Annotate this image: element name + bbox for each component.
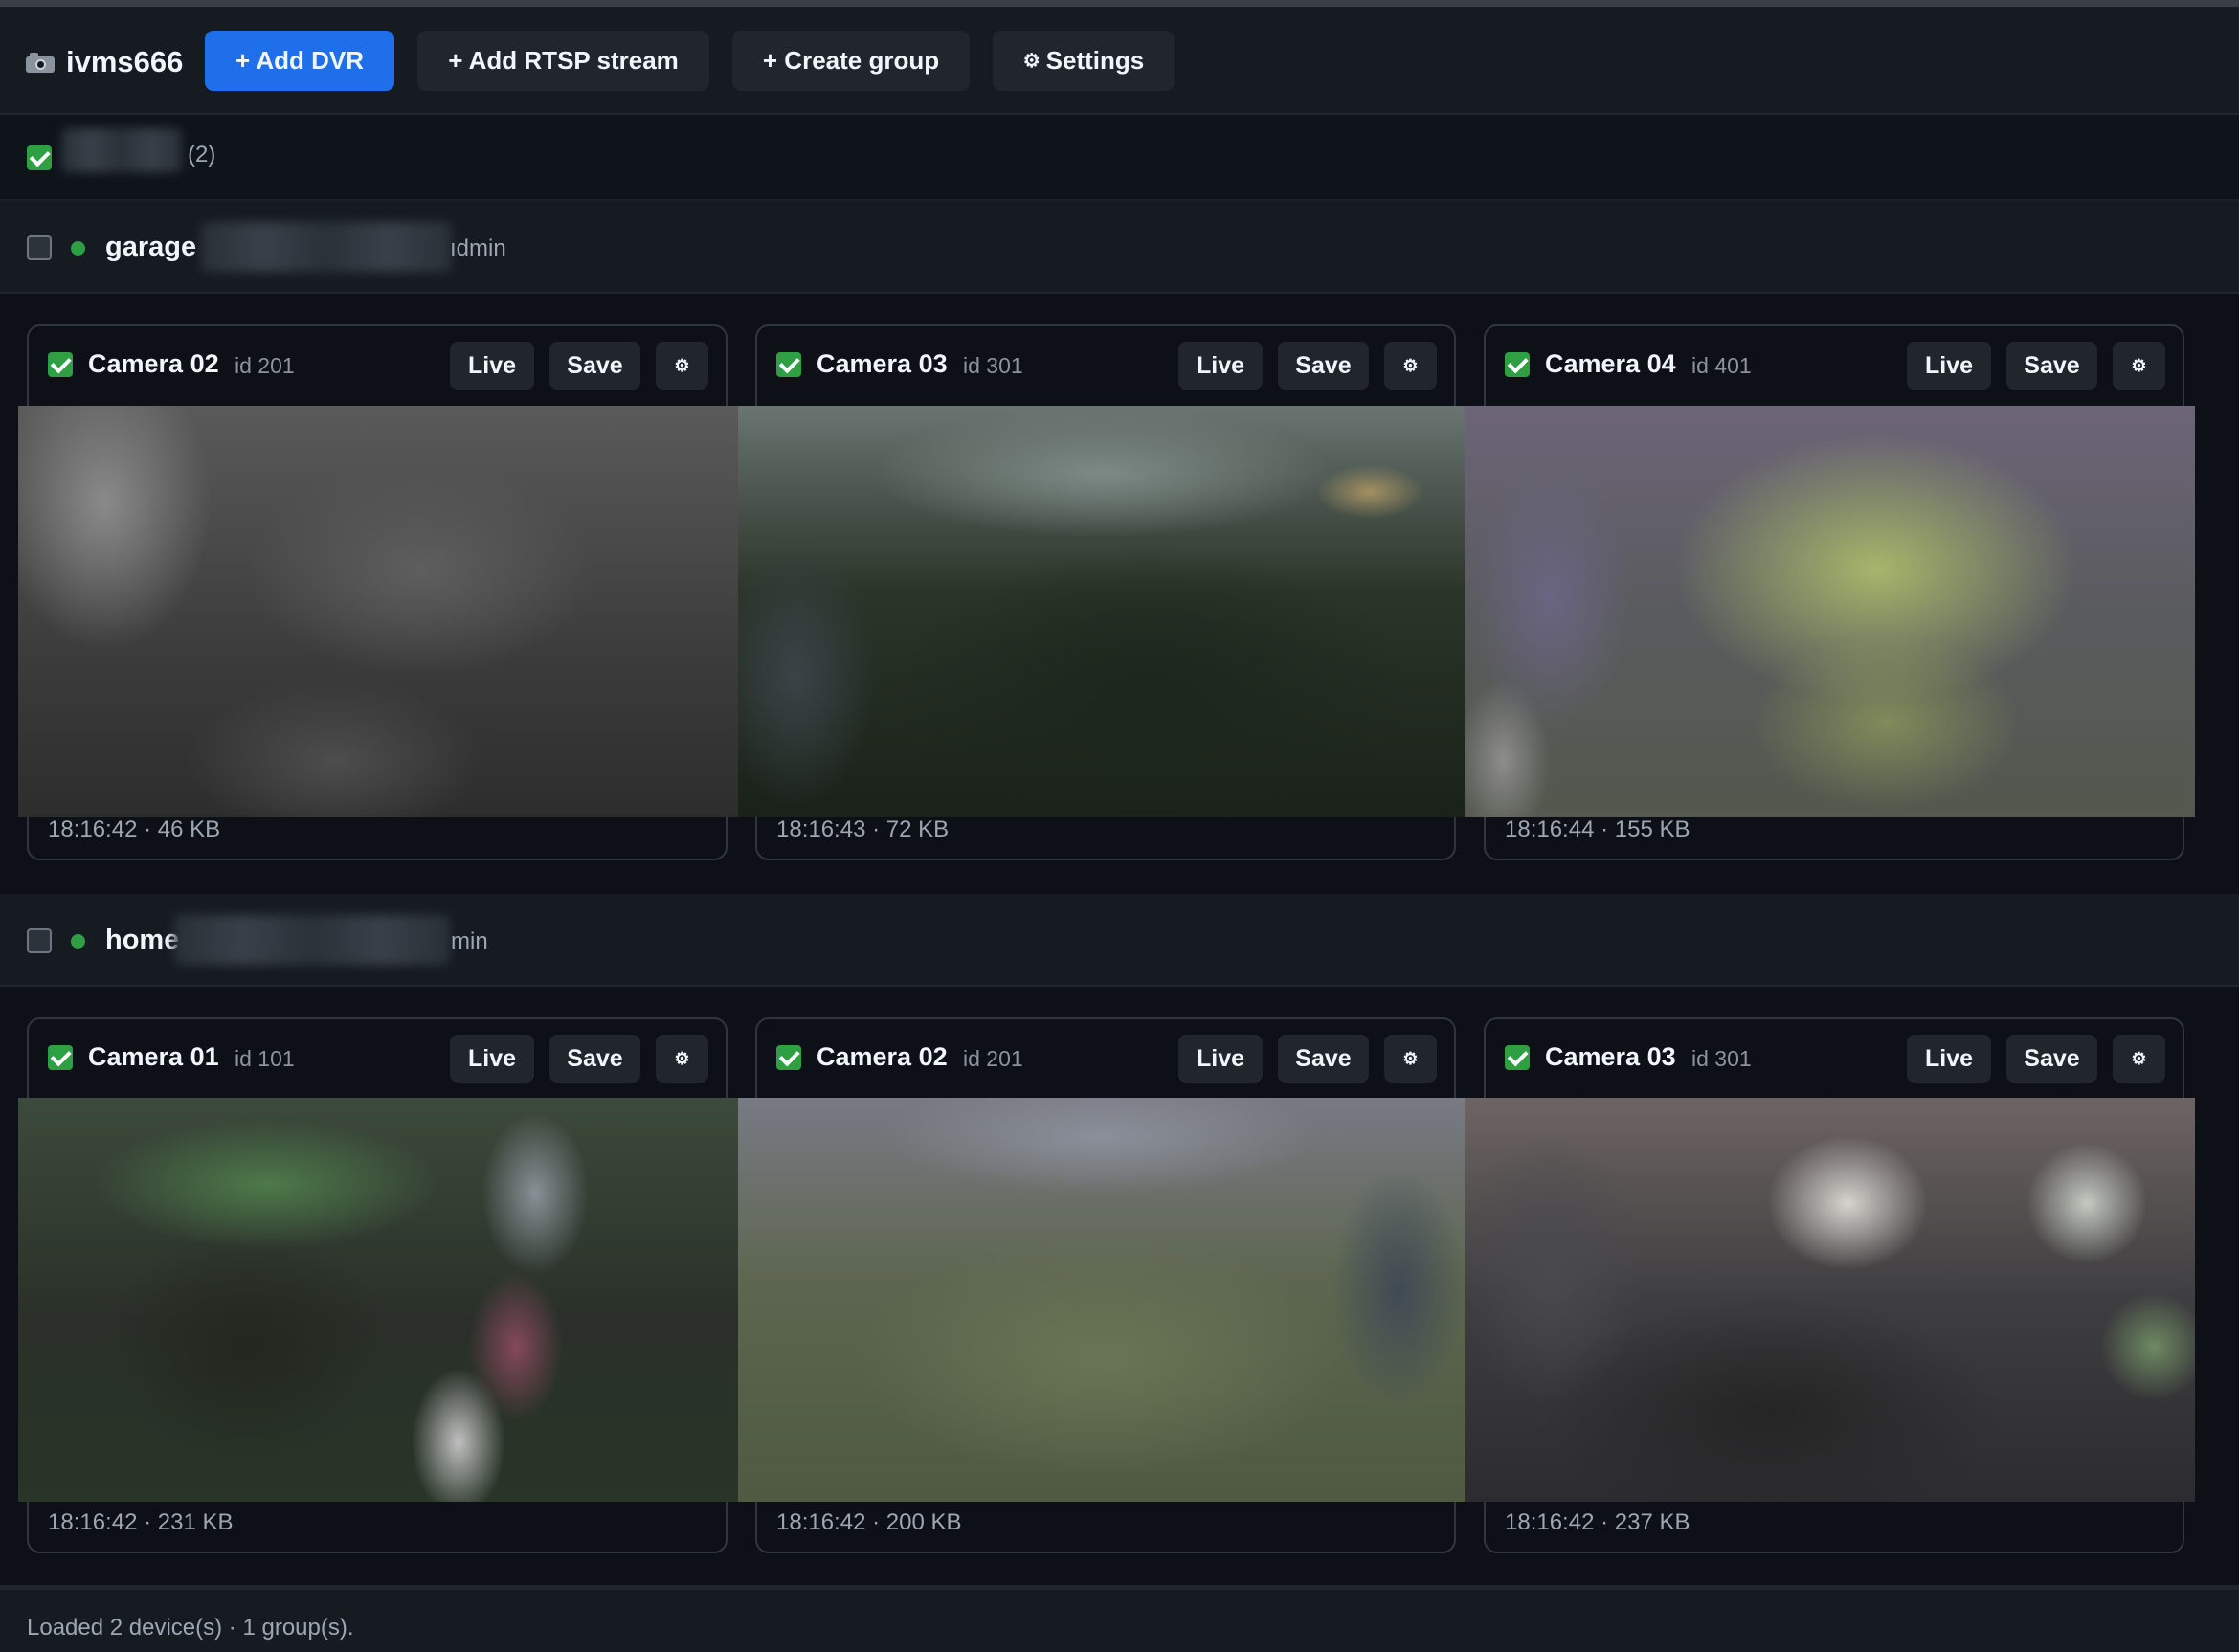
camera-settings-button[interactable]: ⚙ [656,342,708,390]
save-button[interactable]: Save [2006,1035,2097,1083]
camera-snapshot[interactable] [738,1098,1465,1502]
camera-checkbox[interactable] [1505,1045,1530,1070]
gear-icon: ⚙ [1402,1048,1419,1068]
camera-checkbox[interactable] [776,352,801,377]
gear-icon: ⚙ [674,355,690,375]
camera-name: Camera 02 [88,349,219,378]
camera-id: id 201 [235,353,295,378]
camera-snapshot[interactable] [1465,1098,2195,1502]
camera-settings-button[interactable]: ⚙ [1384,1035,1437,1083]
save-button[interactable]: Save [1278,1035,1369,1083]
create-group-button[interactable]: + Create group [732,31,970,91]
camera-name: Camera 03 [817,349,948,378]
device-row-garage: garage ıdmin [0,201,2239,294]
redacted-device-address [174,915,450,965]
save-button[interactable]: Save [2006,342,2097,390]
snapshot-info: 18:16:42 · 46 KB [48,816,221,842]
camera-id: id 101 [235,1046,295,1071]
camera-snapshot[interactable] [18,406,738,817]
group-checkbox[interactable] [27,145,52,170]
live-button[interactable]: Live [1178,342,1263,390]
camera-settings-button[interactable]: ⚙ [1384,342,1437,390]
settings-button[interactable]: ⚙ Settings [993,31,1175,91]
live-button[interactable]: Live [1178,1035,1263,1083]
camera-name: Camera 04 [1545,349,1676,378]
save-button[interactable]: Save [549,342,640,390]
camera-icon [26,52,55,73]
group-count: (2) [188,142,216,167]
snapshot-info: 18:16:43 · 72 KB [776,816,950,842]
gear-icon: ⚙ [1402,355,1419,375]
app-header: ivms666 + Add DVR + Add RTSP stream + Cr… [0,7,2239,115]
online-status-dot [71,934,85,949]
device-checkbox[interactable] [27,235,52,260]
gear-icon: ⚙ [674,1048,690,1068]
camera-id: id 201 [963,1046,1023,1071]
camera-name: Camera 02 [817,1042,948,1071]
camera-id: id 401 [1691,353,1752,378]
camera-name: Camera 01 [88,1042,219,1071]
live-button[interactable]: Live [1907,342,1991,390]
window-top-edge [0,0,2239,7]
app-brand: ivms666 [26,45,183,79]
camera-checkbox[interactable] [1505,352,1530,377]
camera-checkbox[interactable] [48,352,73,377]
live-button[interactable]: Live [450,342,534,390]
snapshot-info: 18:16:44 · 155 KB [1505,816,1690,842]
camera-snapshot[interactable] [1465,406,2195,817]
snapshot-info: 18:16:42 · 200 KB [776,1509,962,1535]
camera-snapshot[interactable] [738,406,1465,817]
snapshot-info: 18:16:42 · 237 KB [1505,1509,1690,1535]
redacted-group-name [61,128,182,172]
camera-settings-button[interactable]: ⚙ [2113,342,2165,390]
device-checkbox[interactable] [27,928,52,953]
online-status-dot [71,241,85,256]
status-text: Loaded 2 device(s) · 1 group(s). [27,1615,354,1641]
live-button[interactable]: Live [1907,1035,1991,1083]
add-dvr-button[interactable]: + Add DVR [205,31,394,91]
device-user: min [451,928,488,954]
gear-icon: ⚙ [2131,355,2147,375]
live-button[interactable]: Live [450,1035,534,1083]
camera-id: id 301 [963,353,1023,378]
snapshot-info: 18:16:42 · 231 KB [48,1509,234,1535]
gear-icon: ⚙ [2131,1048,2147,1068]
camera-settings-button[interactable]: ⚙ [656,1035,708,1083]
camera-id: id 301 [1691,1046,1752,1071]
device-name: home [105,925,180,955]
status-bar: Loaded 2 device(s) · 1 group(s). [0,1585,2239,1652]
redacted-device-address [201,222,452,272]
camera-settings-button[interactable]: ⚙ [2113,1035,2165,1083]
device-name: garage [105,232,197,262]
device-user: ıdmin [450,235,506,261]
gear-icon: ⚙ [1022,51,1041,72]
camera-checkbox[interactable] [776,1045,801,1070]
camera-snapshot[interactable] [18,1098,738,1502]
camera-name: Camera 03 [1545,1042,1676,1071]
camera-checkbox[interactable] [48,1045,73,1070]
settings-label: Settings [1045,46,1145,75]
add-rtsp-stream-button[interactable]: + Add RTSP stream [417,31,709,91]
save-button[interactable]: Save [549,1035,640,1083]
save-button[interactable]: Save [1278,342,1369,390]
group-row [0,115,2239,201]
device-row-home: home min [0,894,2239,987]
app-title: ivms666 [66,45,184,78]
